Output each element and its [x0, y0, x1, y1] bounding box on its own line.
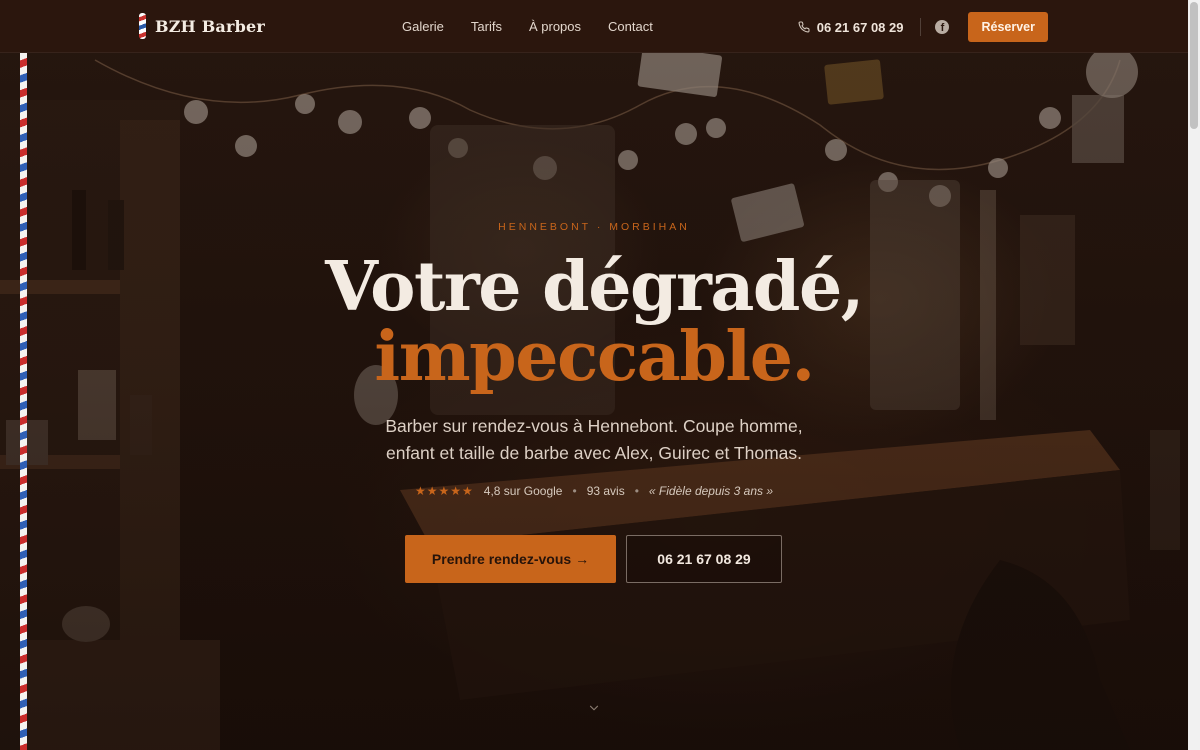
- hero-title: Votre dégradé, impeccable.: [0, 252, 1188, 392]
- rating-text: 4,8 sur Google: [483, 484, 563, 498]
- nav-link-a-propos[interactable]: À propos: [529, 19, 581, 34]
- scrollbar-thumb[interactable]: [1190, 2, 1198, 129]
- chevron-down-icon[interactable]: [587, 701, 601, 715]
- brand-name: BZH Barber: [155, 16, 266, 36]
- nav-divider: [920, 18, 922, 36]
- cta-row: Prendre rendez-vous → 06 21 67 08 29: [405, 535, 782, 583]
- nav-phone-number: 06 21 67 08 29: [816, 19, 904, 35]
- nav-link-contact[interactable]: Contact: [608, 19, 653, 34]
- hero-lead: Barber sur rendez-vous à Hennebont. Coup…: [0, 413, 1188, 467]
- separator-dot: •: [634, 484, 639, 498]
- nav-link-galerie[interactable]: Galerie: [402, 19, 444, 34]
- rating-row: ★★★★★ 4,8 sur Google • 93 avis • « Fidèl…: [0, 484, 1188, 498]
- nav-phone-link[interactable]: 06 21 67 08 29: [798, 19, 904, 35]
- hero-lead-line2: enfant et taille de barbe avec Alex, Gui…: [385, 443, 803, 463]
- phone-icon: [798, 21, 810, 33]
- testimonial-quote: « Fidèle depuis 3 ans »: [648, 484, 774, 498]
- hero-title-line1: Votre dégradé,: [325, 247, 864, 327]
- top-navbar: BZH Barber Galerie Tarifs À propos Conta…: [0, 0, 1188, 53]
- brand-logo[interactable]: BZH Barber: [139, 13, 265, 39]
- barber-pole-icon: [139, 13, 146, 39]
- review-count: 93 avis: [586, 484, 625, 498]
- page-scrollbar[interactable]: [1188, 0, 1200, 750]
- separator-dot: •: [572, 484, 577, 498]
- nav-link-tarifs[interactable]: Tarifs: [471, 19, 502, 34]
- hero-eyebrow: HENNEBONT · MORBIHAN: [498, 221, 690, 233]
- hero-lead-line1: Barber sur rendez-vous à Hennebont. Coup…: [385, 416, 803, 436]
- nav-actions: 06 21 67 08 29 f Réserver: [798, 12, 1048, 42]
- facebook-icon[interactable]: f: [935, 20, 950, 34]
- star-rating-icon: ★★★★★: [414, 484, 474, 498]
- call-phone-button[interactable]: 06 21 67 08 29: [626, 535, 782, 583]
- main-nav: Galerie Tarifs À propos Contact: [402, 19, 680, 34]
- barber-pole-stripe: [20, 53, 27, 750]
- reserve-button[interactable]: Réserver: [968, 12, 1048, 42]
- book-appointment-button[interactable]: Prendre rendez-vous →: [405, 535, 616, 583]
- hero-content: HENNEBONT · MORBIHAN Votre dégradé, impe…: [0, 0, 1188, 750]
- hero-title-line2: impeccable.: [374, 317, 815, 397]
